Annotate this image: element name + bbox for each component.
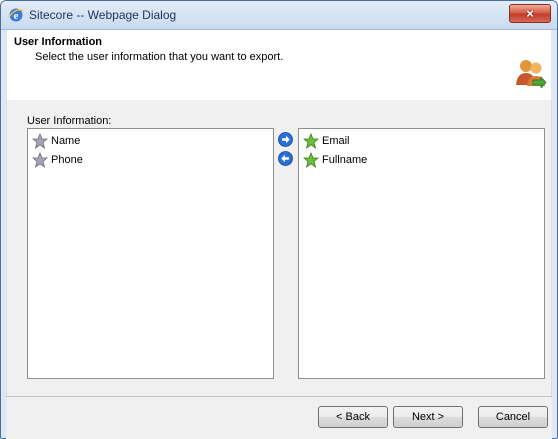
star-gray-icon	[32, 152, 48, 168]
page-title: User Information	[14, 36, 103, 48]
star-green-icon	[303, 133, 319, 149]
dialog-footer	[6, 396, 552, 439]
available-fields-list[interactable]: Name Phone	[27, 128, 274, 379]
add-field-button[interactable]	[278, 132, 293, 147]
user-information-label: User Information:	[27, 115, 112, 127]
close-icon: ×	[526, 6, 534, 21]
list-item-label: Fullname	[322, 154, 368, 166]
back-button[interactable]: < Back	[318, 406, 388, 428]
internet-explorer-icon: e	[8, 8, 24, 22]
title-bar[interactable]: e Sitecore -- Webpage Dialog ×	[1, 1, 557, 30]
list-item[interactable]: Fullname	[303, 151, 367, 169]
selected-fields-list[interactable]: Email Fullname	[298, 128, 545, 379]
page-description: Select the user information that you wan…	[35, 51, 284, 63]
dialog-header: User Information Select the user informa…	[7, 30, 551, 101]
list-item[interactable]: Phone	[32, 151, 83, 169]
cancel-button[interactable]: Cancel	[478, 406, 548, 428]
list-item-label: Email	[322, 135, 350, 147]
list-item-label: Phone	[51, 154, 83, 166]
remove-field-button[interactable]	[278, 151, 293, 166]
users-export-icon	[516, 60, 547, 88]
next-button[interactable]: Next >	[393, 406, 463, 428]
star-green-icon	[303, 152, 319, 168]
close-button[interactable]: ×	[509, 4, 551, 23]
star-gray-icon	[32, 133, 48, 149]
window-title: Sitecore -- Webpage Dialog	[29, 8, 177, 22]
list-item[interactable]: Name	[32, 132, 80, 150]
list-item-label: Name	[51, 135, 81, 147]
list-item[interactable]: Email	[303, 132, 350, 150]
